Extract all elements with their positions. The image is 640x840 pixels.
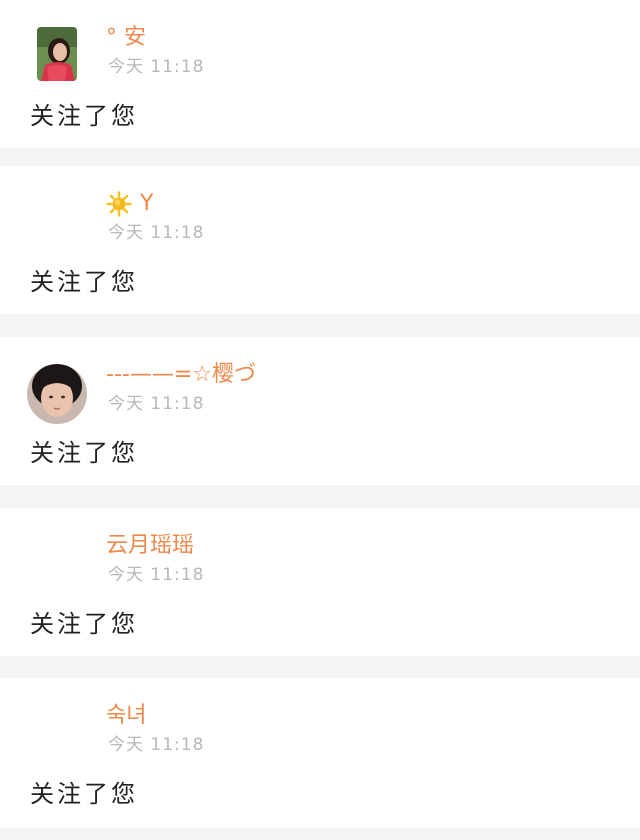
action-text: 关注了您 [30, 102, 138, 130]
action-text: 关注了您 [30, 268, 138, 296]
username[interactable]: ° 安 [106, 22, 146, 54]
notification-item[interactable]: 云月瑶瑶 今天 11:18 关注了您 [0, 508, 640, 656]
username[interactable]: ---——=☆樱づ [106, 359, 256, 391]
username[interactable]: Y [140, 191, 153, 216]
notification-item[interactable]: 숙녀 今天 11:18 关注了您 [0, 678, 640, 828]
notification-item[interactable]: Y 今天 11:18 关注了您 [0, 166, 640, 314]
timestamp: 今天 11:18 [108, 735, 205, 755]
timestamp: 今天 11:18 [108, 394, 205, 414]
username[interactable]: 숙녀 [106, 700, 146, 732]
timestamp: 今天 11:18 [108, 223, 205, 243]
avatar[interactable] [27, 364, 87, 424]
avatar-slot[interactable] [27, 27, 87, 87]
username-row[interactable]: Y [106, 188, 153, 220]
timestamp: 今天 11:18 [108, 57, 205, 77]
avatar-slot[interactable] [27, 535, 87, 595]
avatar-slot[interactable] [27, 364, 87, 424]
action-text: 关注了您 [30, 780, 138, 808]
avatar-slot[interactable] [27, 705, 87, 765]
sun-icon [106, 191, 132, 217]
notification-list: ° 安 今天 11:18 关注了您 Y 今天 11:18 关注了您 ---——=… [0, 0, 640, 840]
photo-avatar-icon [37, 27, 77, 81]
action-text: 关注了您 [30, 439, 138, 467]
action-text: 关注了您 [30, 610, 138, 638]
avatar[interactable] [37, 27, 77, 81]
timestamp: 今天 11:18 [108, 565, 205, 585]
avatar-slot[interactable] [27, 193, 87, 253]
username[interactable]: 云月瑶瑶 [106, 530, 194, 562]
notification-item[interactable]: ° 安 今天 11:18 关注了您 [0, 0, 640, 148]
photo-avatar-round-icon [27, 364, 87, 424]
notification-item[interactable]: ---——=☆樱づ 今天 11:18 关注了您 [0, 337, 640, 485]
